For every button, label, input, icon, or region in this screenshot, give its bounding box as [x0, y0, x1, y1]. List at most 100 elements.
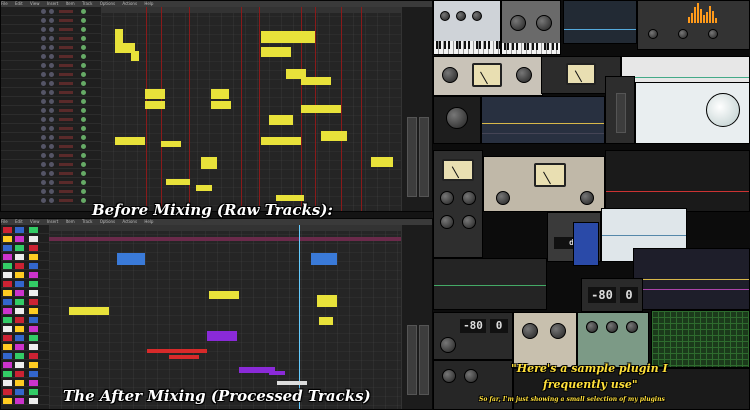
strip-knob-1[interactable]: [648, 29, 658, 39]
plugin-gain-fader[interactable]: [605, 76, 635, 144]
midi-clip[interactable]: [145, 101, 165, 109]
peak-reduction-knob[interactable]: [516, 67, 532, 83]
midi-clip[interactable]: [317, 295, 337, 307]
menu-file[interactable]: File: [1, 1, 8, 6]
midi-clip[interactable]: [207, 331, 237, 341]
synth-knob-2[interactable]: [456, 11, 466, 21]
pultec-knob-3[interactable]: [440, 215, 454, 229]
bottom-knob-2[interactable]: [464, 369, 478, 383]
plugin-gain-readout[interactable]: -80 0: [581, 278, 643, 312]
menu-view[interactable]: View: [30, 1, 40, 6]
menu-options[interactable]: Options: [100, 219, 115, 224]
arrange-view-after[interactable]: [49, 225, 402, 409]
green-knob-3[interactable]: [626, 321, 638, 333]
menu-help[interactable]: Help: [144, 219, 153, 224]
automation-lane[interactable]: [49, 237, 402, 241]
tube-knob-2[interactable]: [550, 323, 566, 339]
pultec-knob-2[interactable]: [462, 191, 476, 205]
plugin-fairchild[interactable]: [483, 156, 605, 212]
midi-clip[interactable]: [196, 185, 212, 191]
plugin-blue-fader[interactable]: [573, 222, 599, 266]
gain-knob[interactable]: [442, 67, 458, 83]
midi-clip[interactable]: [131, 51, 139, 61]
plugin-multiband-meters[interactable]: [651, 310, 750, 368]
midi-clip[interactable]: [261, 31, 315, 43]
midi-clip[interactable]: [321, 131, 347, 141]
midi-clip[interactable]: [301, 77, 331, 85]
strip-knob-2[interactable]: [678, 29, 688, 39]
fairchild-knob-2[interactable]: [580, 191, 594, 205]
midi-clip[interactable]: [161, 141, 181, 147]
midi-clip[interactable]: [147, 349, 207, 353]
midi-clip[interactable]: [261, 137, 301, 145]
pultec-knob-4[interactable]: [462, 215, 476, 229]
synth-knob-3[interactable]: [472, 11, 482, 21]
plugin-channel-strip[interactable]: [637, 0, 750, 50]
plugin-readout-two[interactable]: -80 0: [433, 312, 513, 360]
arrange-view[interactable]: [101, 7, 402, 211]
plugin-analog-knobs[interactable]: [501, 0, 561, 55]
green-knob-1[interactable]: [586, 321, 598, 333]
midi-clip[interactable]: [311, 253, 337, 265]
menu-item[interactable]: Item: [66, 219, 75, 224]
piano-keyboard[interactable]: [434, 41, 500, 54]
midi-clip[interactable]: [169, 355, 199, 359]
bottom-knob-1[interactable]: [442, 369, 456, 383]
menu-view[interactable]: View: [30, 219, 40, 224]
tube-knob-1[interactable]: [522, 323, 538, 339]
menu-insert[interactable]: Insert: [47, 1, 58, 6]
timeline-ruler-after[interactable]: [49, 225, 402, 231]
threshold-knob[interactable]: [446, 107, 468, 129]
menu-help[interactable]: Help: [144, 1, 153, 6]
menu-actions[interactable]: Actions: [122, 219, 137, 224]
menu-item[interactable]: Item: [66, 1, 75, 6]
master-fader-right[interactable]: [419, 117, 429, 197]
master-fader-after[interactable]: [407, 325, 417, 395]
plugin-pultec[interactable]: [433, 150, 483, 258]
midi-clip[interactable]: [277, 381, 307, 385]
midi-clip[interactable]: [211, 89, 229, 99]
readout-knob[interactable]: [440, 337, 456, 353]
plugin-eq-analyzer[interactable]: [481, 96, 605, 144]
plugin-tube-eq[interactable]: [513, 312, 577, 368]
plugin-compressor-dark[interactable]: [433, 96, 481, 144]
track-list[interactable]: [1, 7, 101, 211]
track-list-after[interactable]: [1, 225, 101, 409]
menu-actions[interactable]: Actions: [122, 1, 137, 6]
piano-keyboard-2[interactable]: [502, 43, 560, 54]
analog-knob-2[interactable]: [536, 15, 552, 31]
plugin-synth[interactable]: [433, 0, 501, 55]
plugin-limiter[interactable]: [433, 258, 547, 310]
strip-knob-3[interactable]: [708, 29, 718, 39]
plugin-scope[interactable]: [563, 0, 637, 44]
midi-clip[interactable]: [201, 157, 217, 169]
plugin-spectrum[interactable]: [605, 150, 750, 212]
menu-track[interactable]: Track: [82, 1, 92, 6]
menu-edit[interactable]: Edit: [15, 219, 23, 224]
plugin-pro-q[interactable]: [633, 248, 750, 310]
midi-clip[interactable]: [261, 47, 291, 57]
plugin-la2a-compressor[interactable]: [433, 56, 543, 96]
midi-clip[interactable]: [269, 115, 293, 125]
plugin-green-eq[interactable]: [577, 312, 649, 368]
big-dial[interactable]: [706, 93, 740, 127]
menu-edit[interactable]: Edit: [15, 1, 23, 6]
fairchild-knob-1[interactable]: [496, 191, 510, 205]
midi-clip[interactable]: [145, 89, 165, 99]
master-fader[interactable]: [407, 117, 417, 197]
synth-knob-1[interactable]: [440, 11, 450, 21]
midi-clip[interactable]: [115, 137, 145, 145]
gain-fader-handle[interactable]: [616, 93, 626, 133]
menu-insert[interactable]: Insert: [47, 219, 58, 224]
analog-knob-1[interactable]: [510, 15, 526, 31]
midi-clip[interactable]: [166, 179, 190, 185]
midi-clip[interactable]: [301, 105, 341, 113]
midi-clip[interactable]: [319, 317, 333, 325]
plugin-dial-panel[interactable]: [635, 82, 750, 144]
pultec-knob-1[interactable]: [440, 191, 454, 205]
menu-options[interactable]: Options: [100, 1, 115, 6]
midi-clip[interactable]: [117, 253, 145, 265]
menu-file[interactable]: File: [1, 219, 8, 224]
midi-clip[interactable]: [211, 101, 231, 109]
midi-clip[interactable]: [209, 291, 239, 299]
